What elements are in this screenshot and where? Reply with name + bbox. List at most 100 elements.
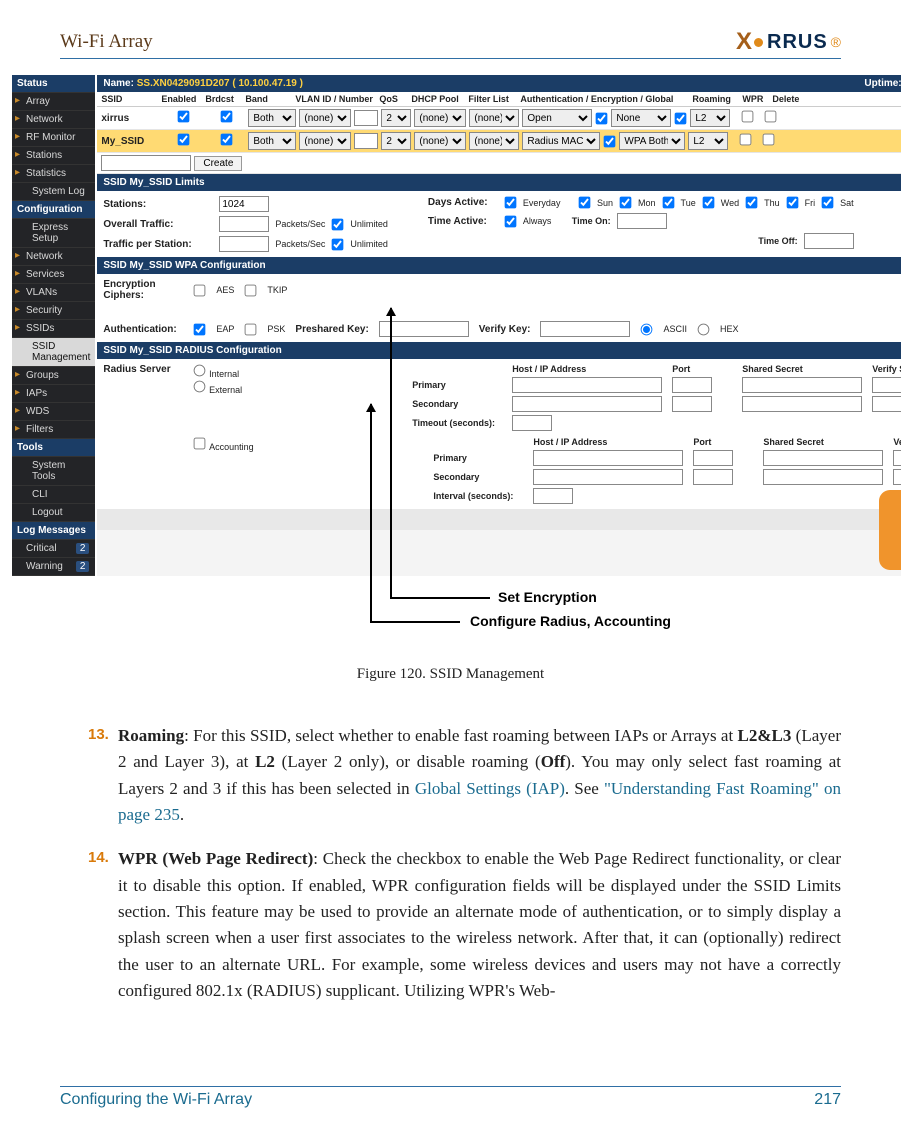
enc-global-checkbox[interactable] [675, 112, 687, 124]
acct-pri-port[interactable] [693, 450, 733, 466]
day-wed[interactable] [702, 197, 714, 209]
day-sun[interactable] [579, 197, 591, 209]
stations-input[interactable] [219, 196, 269, 212]
ext-sec-verify[interactable] [872, 396, 901, 412]
sidebar-item-statistics[interactable]: Statistics [12, 165, 95, 183]
ext-pri-secret[interactable] [742, 377, 862, 393]
sidebar-item-groups[interactable]: Groups [12, 367, 95, 385]
acct-sec-host[interactable] [533, 469, 683, 485]
vlan-select[interactable]: (none) [299, 109, 351, 127]
roam-select[interactable]: L2 [688, 132, 728, 150]
day-thu[interactable] [746, 197, 758, 209]
sidebar-item-cli[interactable]: CLI [12, 486, 95, 504]
timeon-input[interactable] [617, 213, 667, 229]
enc-select[interactable]: None [611, 109, 671, 127]
aes-checkbox[interactable] [194, 284, 206, 296]
sidebar-item-logout[interactable]: Logout [12, 504, 95, 522]
sidebar-item-wds[interactable]: WDS [12, 403, 95, 421]
overall-unl-checkbox[interactable] [332, 218, 344, 230]
acct-pri-host[interactable] [533, 450, 683, 466]
global-checkbox[interactable] [604, 135, 616, 147]
interval-input[interactable] [533, 488, 573, 504]
accounting-checkbox[interactable] [194, 438, 206, 450]
sidebar-item-iaps[interactable]: IAPs [12, 385, 95, 403]
vlan-num-input[interactable] [354, 110, 378, 126]
sidebar-item-network[interactable]: Network [12, 111, 95, 129]
hex-radio[interactable] [698, 323, 710, 335]
ext-pri-host[interactable] [512, 377, 662, 393]
timeoff-input[interactable] [804, 233, 854, 249]
sidebar-item-critical[interactable]: Critical2 [12, 540, 95, 558]
band-select[interactable]: Both [248, 109, 296, 127]
verify-input[interactable] [540, 321, 630, 337]
wpr-checkbox[interactable] [740, 134, 752, 146]
sidebar-item-warning[interactable]: Warning2 [12, 558, 95, 576]
brdcst-checkbox[interactable] [221, 134, 233, 146]
filter-select[interactable]: (none) [469, 109, 519, 127]
acct-pri-verify[interactable] [893, 450, 901, 466]
everyday-checkbox[interactable] [505, 197, 517, 209]
enabled-checkbox[interactable] [178, 134, 190, 146]
enabled-checkbox[interactable] [178, 111, 190, 123]
ext-pri-verify[interactable] [872, 377, 901, 393]
sidebar-item-filters[interactable]: Filters [12, 421, 95, 439]
link-global-settings[interactable]: Global Settings (IAP) [415, 779, 565, 798]
sidebar-item-express-setup[interactable]: Express Setup [12, 219, 95, 248]
sidebar-item-system-log[interactable]: System Log [12, 183, 95, 201]
day-fri[interactable] [786, 197, 798, 209]
vlan-num-input[interactable] [354, 133, 378, 149]
sidebar-item-network2[interactable]: Network [12, 248, 95, 266]
acct-sec-secret[interactable] [763, 469, 883, 485]
qos-select[interactable]: 2 [381, 109, 411, 127]
filter-select[interactable]: (none) [469, 132, 519, 150]
eap-checkbox[interactable] [194, 323, 206, 335]
name-block: Name: SS.XN0429091D207 ( 10.100.47.19 ) [103, 78, 303, 89]
internal-radio[interactable] [194, 365, 206, 377]
perstation-unl-checkbox[interactable] [332, 238, 344, 250]
qos-select[interactable]: 2 [381, 132, 411, 150]
perstation-input[interactable] [219, 236, 269, 252]
wpr-checkbox[interactable] [742, 111, 754, 123]
create-button[interactable]: Create [194, 156, 242, 171]
ext-sec-port[interactable] [672, 396, 712, 412]
psk-checkbox[interactable] [245, 323, 257, 335]
sidebar-item-stations[interactable]: Stations [12, 147, 95, 165]
ext-sec-host[interactable] [512, 396, 662, 412]
dhcp-select[interactable]: (none) [414, 109, 466, 127]
delete-checkbox[interactable] [765, 111, 777, 123]
roam-select[interactable]: L2 [690, 109, 730, 127]
ext-pri-port[interactable] [672, 377, 712, 393]
acct-sec-verify[interactable] [893, 469, 901, 485]
sidebar-item-rf-monitor[interactable]: RF Monitor [12, 129, 95, 147]
dhcp-select[interactable]: (none) [414, 132, 466, 150]
ascii-radio[interactable] [641, 323, 653, 335]
delete-checkbox[interactable] [763, 134, 775, 146]
vlan-select[interactable]: (none) [299, 132, 351, 150]
tkip-checkbox[interactable] [245, 284, 257, 296]
always-checkbox[interactable] [505, 215, 517, 227]
preshared-input[interactable] [379, 321, 469, 337]
global-checkbox[interactable] [596, 112, 608, 124]
external-radio[interactable] [194, 381, 206, 393]
day-sat[interactable] [822, 197, 834, 209]
sidebar-item-ssid-management[interactable]: SSID Management [12, 338, 95, 367]
overall-input[interactable] [219, 216, 269, 232]
acct-pri-secret[interactable] [763, 450, 883, 466]
acct-sec-port[interactable] [693, 469, 733, 485]
brdcst-checkbox[interactable] [221, 111, 233, 123]
sidebar-item-security[interactable]: Security [12, 302, 95, 320]
new-ssid-input[interactable] [101, 155, 191, 171]
sidebar-item-array[interactable]: Array [12, 93, 95, 111]
band-select[interactable]: Both [248, 132, 296, 150]
sidebar-item-services[interactable]: Services [12, 266, 95, 284]
day-tue[interactable] [662, 197, 674, 209]
enc-select[interactable]: WPA Both [619, 132, 685, 150]
sidebar-item-vlans[interactable]: VLANs [12, 284, 95, 302]
timeout-input[interactable] [512, 415, 552, 431]
auth-select[interactable]: Radius MAC [522, 132, 600, 150]
sidebar-item-system-tools[interactable]: System Tools [12, 457, 95, 486]
sidebar-item-ssids[interactable]: SSIDs [12, 320, 95, 338]
day-mon[interactable] [620, 197, 632, 209]
ext-sec-secret[interactable] [742, 396, 862, 412]
auth-select[interactable]: Open [522, 109, 592, 127]
